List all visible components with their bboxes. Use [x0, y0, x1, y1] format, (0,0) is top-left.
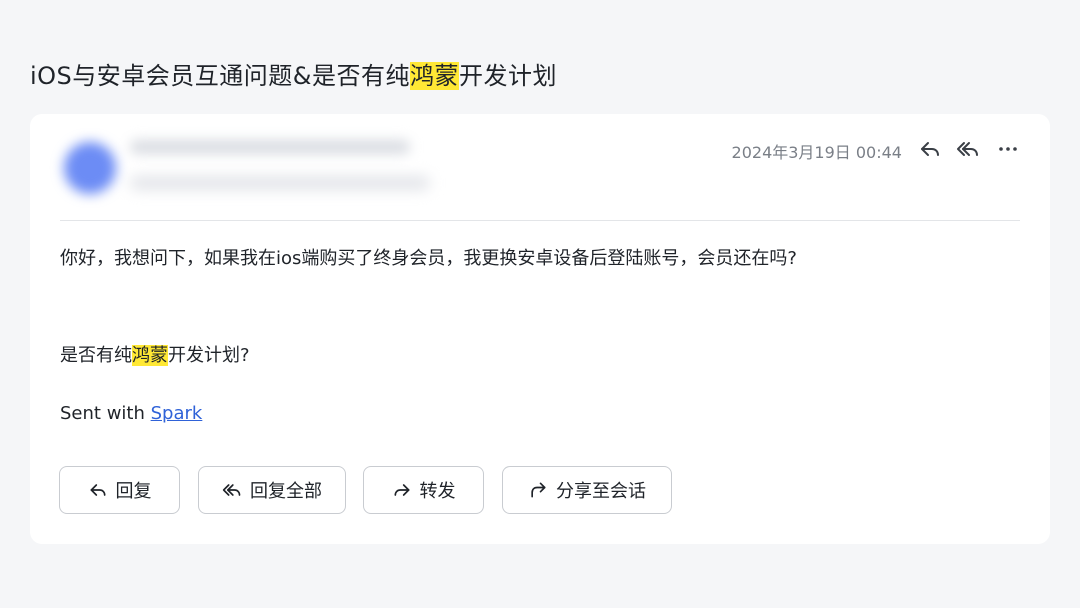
body-paragraph-1: 你好，我想问下，如果我在ios端购买了终身会员，我更换安卓设备后登陆账号，会员还… [60, 248, 797, 269]
forward-button[interactable]: 转发 [363, 466, 484, 514]
sender-address-redacted [130, 176, 430, 190]
sender-name-redacted [130, 140, 410, 154]
reply-button-label: 回复 [115, 481, 152, 502]
reply-all-icon [222, 484, 241, 496]
forward-button-label: 转发 [419, 481, 456, 502]
subject-text: iOS与安卓会员互通问题&是否有纯 [30, 62, 411, 90]
signature: Sent with Spark [60, 403, 202, 424]
email-subject: iOS与安卓会员互通问题&是否有纯鸿蒙开发计划 [30, 56, 557, 91]
subject-highlight: 鸿蒙 [410, 62, 460, 90]
share-icon [531, 482, 546, 498]
body-paragraph-2: 是否有纯鸿蒙开发计划? [60, 341, 250, 367]
reply-all-button[interactable]: 回复全部 [198, 466, 346, 514]
subject-text-end: 开发计划 [459, 62, 558, 90]
reply-icon [90, 484, 105, 496]
reply-icon[interactable] [916, 136, 944, 162]
email-date: 2024年3月19日 00:44 [731, 143, 902, 162]
reply-button[interactable]: 回复 [59, 466, 180, 514]
body-text: 是否有纯 [60, 345, 132, 366]
forward-icon [394, 484, 409, 496]
header-divider [60, 220, 1020, 221]
reply-all-button-label: 回复全部 [250, 481, 322, 502]
more-icon[interactable] [994, 136, 1022, 162]
share-to-chat-button[interactable]: 分享至会话 [502, 466, 672, 514]
share-button-label: 分享至会话 [556, 481, 646, 502]
spark-link[interactable]: Spark [151, 403, 203, 424]
sender-avatar[interactable] [64, 142, 116, 194]
email-view: iOS与安卓会员互通问题&是否有纯鸿蒙开发计划 2024年3月19日 00:44 [0, 0, 1080, 608]
signature-text: Sent with [60, 403, 151, 424]
email-card: 2024年3月19日 00:44 你好，我想问下，如果我在ios端购买了终身会员… [30, 114, 1050, 544]
body-highlight: 鸿蒙 [132, 345, 168, 366]
reply-all-icon[interactable] [954, 136, 982, 162]
body-text-end: 开发计划? [168, 345, 250, 366]
